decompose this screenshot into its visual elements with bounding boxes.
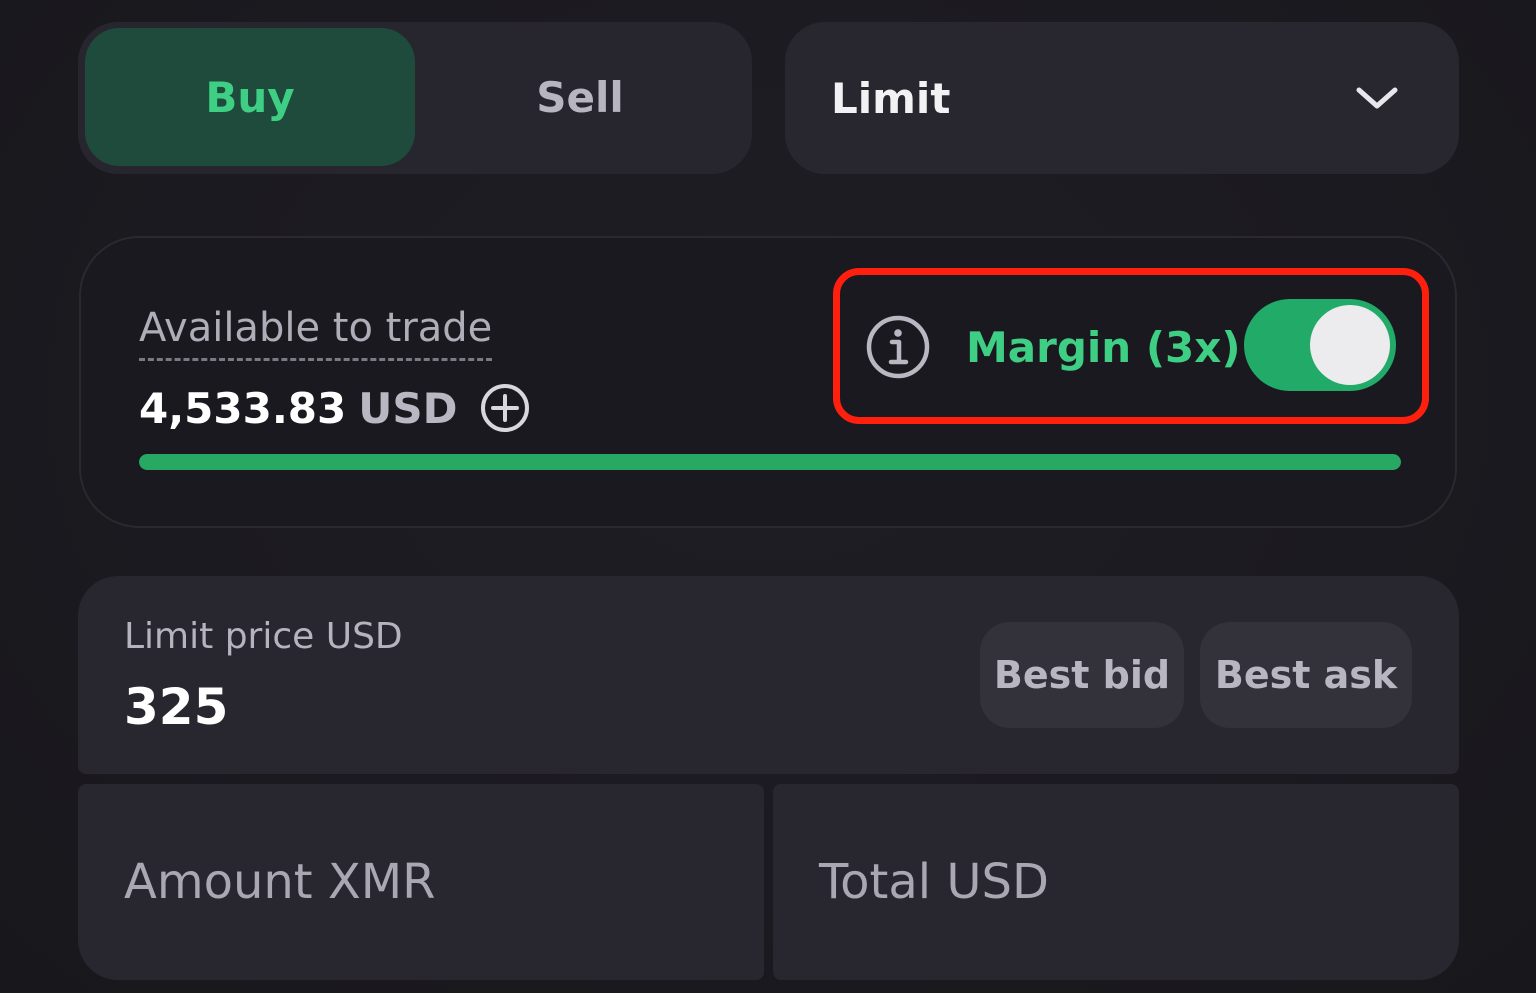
trade-panel: Buy Sell Limit Available to trade 4,533.… [0,0,1536,993]
limit-price-value[interactable]: 325 [124,678,228,736]
switch-knob [1310,305,1390,385]
amount-input[interactable]: Amount XMR [78,784,764,980]
available-progress-bar [139,454,1401,470]
amount-placeholder: Amount XMR [124,854,436,910]
total-placeholder: Total USD [819,854,1049,910]
best-bid-button[interactable]: Best bid [980,622,1184,728]
limit-price-field[interactable]: Limit price USD 325 Best bid Best ask [78,576,1459,774]
sell-button[interactable]: Sell [415,28,745,166]
available-balance: 4,533.83 USD [139,380,531,436]
limit-price-label: Limit price USD [124,616,403,657]
margin-label: Margin (3x) [966,322,1241,372]
available-amount: 4,533.83 [139,383,347,433]
available-to-trade-label[interactable]: Available to trade [139,304,493,361]
chevron-down-icon [1356,87,1398,109]
order-type-label: Limit [831,73,951,123]
buy-sell-toggle: Buy Sell [78,22,752,174]
buy-button[interactable]: Buy [85,28,415,166]
available-balance-card: Available to trade 4,533.83 USD Margin (… [79,236,1457,528]
available-progress-fill [139,454,1401,470]
info-icon[interactable] [864,313,932,381]
total-input[interactable]: Total USD [773,784,1459,980]
margin-highlight: Margin (3x) [833,268,1429,424]
order-type-dropdown[interactable]: Limit [785,22,1459,174]
margin-toggle-switch[interactable] [1244,299,1396,391]
plus-circle-icon[interactable] [479,382,531,434]
available-currency: USD [358,383,458,433]
best-ask-button[interactable]: Best ask [1200,622,1412,728]
